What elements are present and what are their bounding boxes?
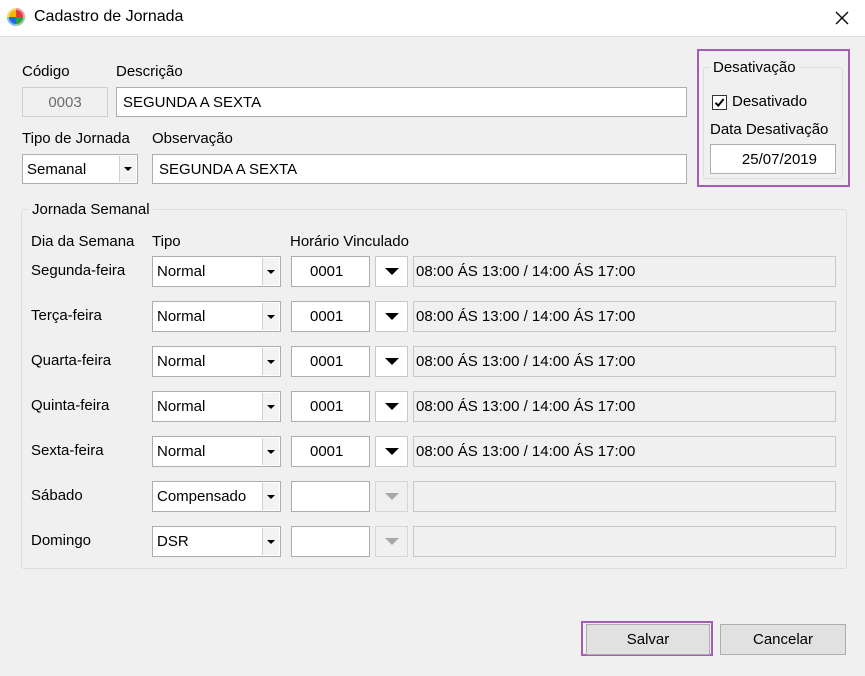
header-dia: Dia da Semana [31,233,135,250]
horario-dropdown-button [375,526,408,557]
day-label: Segunda-feira [31,262,126,279]
chevron-down-icon[interactable] [262,528,279,555]
chevron-down-icon[interactable] [262,258,279,285]
tipo-select[interactable]: Normal [152,436,281,467]
tipo-value: Normal [157,263,206,280]
horario-codigo-input[interactable]: 0001 [291,256,370,287]
header-horario: Horário Vinculado [290,233,409,250]
observacao-input[interactable]: SEGUNDA A SEXTA [152,154,687,184]
horario-descricao [413,481,836,512]
check-icon [714,98,725,108]
codigo-field: 0003 [22,87,108,117]
tipo-value: DSR [157,533,189,550]
codigo-label: Código [22,63,70,80]
horario-dropdown-button[interactable] [375,436,408,467]
horario-descricao: 08:00 ÁS 13:00 / 14:00 ÁS 17:00 [413,256,836,287]
horario-descricao: 08:00 ÁS 13:00 / 14:00 ÁS 17:00 [413,436,836,467]
horario-descricao: 08:00 ÁS 13:00 / 14:00 ÁS 17:00 [413,346,836,377]
horario-codigo-input[interactable]: 0001 [291,436,370,467]
triangle-down-icon [384,493,399,500]
triangle-down-icon [384,403,399,410]
data-desativacao-value: 25/07/2019 [741,150,817,168]
title-bar: Cadastro de Jornada [0,0,865,36]
day-label: Quarta-feira [31,352,112,369]
chevron-down-icon[interactable] [262,303,279,330]
descricao-input[interactable]: SEGUNDA A SEXTA [116,87,687,117]
horario-codigo-input[interactable]: 0001 [291,391,370,422]
horario-descricao [413,526,836,557]
tipo-jornada-label: Tipo de Jornada [22,130,130,147]
horario-codigo-input[interactable]: 0001 [291,301,370,332]
horario-descricao: 08:00 ÁS 13:00 / 14:00 ÁS 17:00 [413,301,836,332]
dialog-body: Código 0003 Descrição SEGUNDA A SEXTA Ti… [0,36,865,676]
tipo-select[interactable]: Normal [152,301,281,332]
triangle-down-icon [384,538,399,545]
horario-descricao: 08:00 ÁS 13:00 / 14:00 ÁS 17:00 [413,391,836,422]
horario-dropdown-button [375,481,408,512]
tipo-value: Normal [157,398,206,415]
chevron-down-icon[interactable] [262,348,279,375]
triangle-down-icon [384,358,399,365]
tipo-value: Normal [157,308,206,325]
chevron-down-icon[interactable] [262,483,279,510]
day-label: Terça-feira [31,307,102,324]
horario-dropdown-button[interactable] [375,346,408,377]
triangle-down-icon [384,268,399,275]
chevron-down-icon[interactable] [262,393,279,420]
header-tipo: Tipo [152,233,181,250]
horario-dropdown-button[interactable] [375,256,408,287]
tipo-value: Normal [157,443,206,460]
tipo-jornada-select[interactable]: Semanal [22,154,138,184]
chevron-down-icon[interactable] [119,156,136,182]
tipo-select[interactable]: Normal [152,391,281,422]
day-label: Domingo [31,532,92,549]
close-button[interactable] [819,0,865,36]
triangle-down-icon [384,448,399,455]
tipo-value: Compensado [157,488,247,505]
tipo-value: Normal [157,353,206,370]
horario-codigo-input[interactable]: 0001 [291,346,370,377]
app-icon [7,8,25,26]
triangle-down-icon [384,313,399,320]
tipo-select[interactable]: Compensado [152,481,281,512]
desativado-checkbox[interactable] [712,95,727,110]
day-label: Quinta-feira [31,397,110,414]
tipo-select[interactable]: Normal [152,346,281,377]
desativado-label: Desativado [732,93,808,110]
salvar-button[interactable]: Salvar [586,624,710,655]
day-label: Sexta-feira [31,442,104,459]
tipo-select[interactable]: DSR [152,526,281,557]
cancelar-button[interactable]: Cancelar [720,624,846,655]
horario-dropdown-button[interactable] [375,391,408,422]
horario-codigo-input [291,481,370,512]
tipo-select[interactable]: Normal [152,256,281,287]
chevron-down-icon[interactable] [262,438,279,465]
tipo-jornada-value: Semanal [27,160,87,178]
data-desativacao-label: Data Desativação [710,121,829,138]
data-desativacao-input[interactable]: 25/07/2019 [710,144,836,174]
jornada-semanal-title: Jornada Semanal [29,201,153,218]
desativacao-title: Desativação [710,59,799,76]
horario-dropdown-button[interactable] [375,301,408,332]
observacao-label: Observação [152,130,233,147]
day-label: Sábado [31,487,83,504]
close-icon [835,11,849,25]
descricao-label: Descrição [116,63,183,80]
horario-codigo-input [291,526,370,557]
window-title: Cadastro de Jornada [34,8,184,25]
